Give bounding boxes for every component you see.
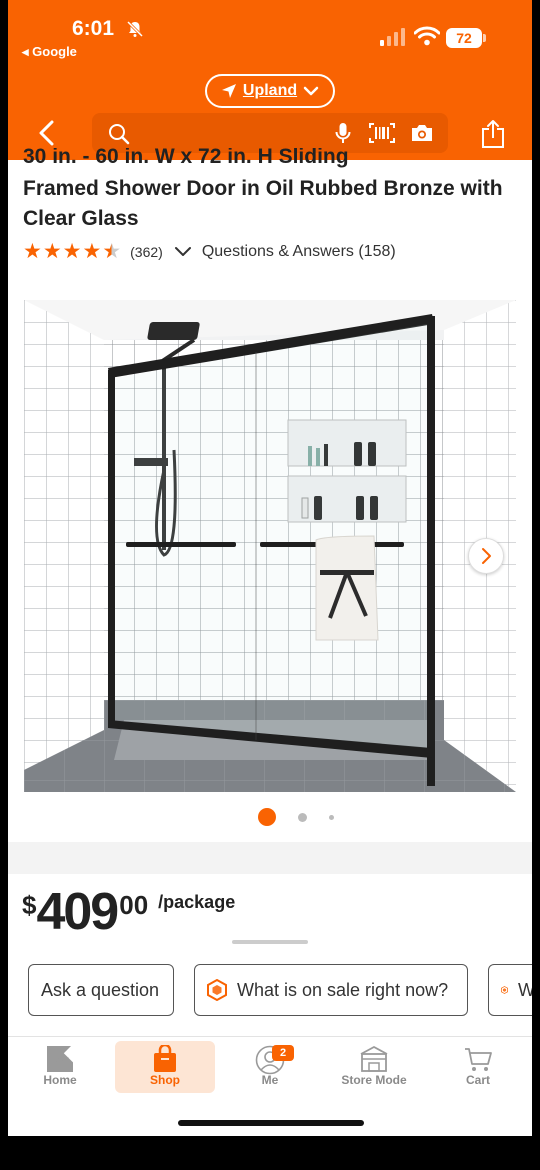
search-icon xyxy=(109,124,130,145)
header: 6:01 ◂ Google 72 Upland xyxy=(8,0,532,160)
barcode-scanner-icon[interactable] xyxy=(369,123,395,143)
share-icon[interactable] xyxy=(481,119,505,149)
questions-answers-link[interactable]: Questions & Answers (158) xyxy=(202,243,396,261)
product-title-partial: 30 in. - 60 in. W x 72 in. H Sliding xyxy=(23,148,349,168)
back-arrow-icon[interactable] xyxy=(34,118,60,148)
svg-text:HOME: HOME xyxy=(51,1058,69,1064)
chip-label: What is on sale right now? xyxy=(237,979,449,1000)
next-image-button[interactable] xyxy=(468,538,504,574)
price-dollars: 409 xyxy=(36,883,119,941)
chip-label: Ask a question xyxy=(41,979,160,1000)
price-currency: $ xyxy=(22,890,37,920)
app-screen: 6:01 ◂ Google 72 Upland 30 in. - 60 in. … xyxy=(8,0,532,1136)
battery-cap xyxy=(483,34,486,42)
cellular-signal-icon xyxy=(380,28,405,46)
cart-icon xyxy=(465,1048,492,1071)
notification-badge: 2 xyxy=(272,1045,294,1061)
product-title: Framed Shower Door in Oil Rubbed Bronze … xyxy=(23,177,503,230)
hexagon-icon xyxy=(207,979,227,1001)
product-image[interactable] xyxy=(24,300,516,792)
location-arrow-icon xyxy=(221,84,236,98)
tab-label: Cart xyxy=(465,1073,490,1087)
tab-home[interactable]: HOME Home xyxy=(10,1041,110,1093)
search-input[interactable] xyxy=(92,113,448,153)
status-time: 6:01 xyxy=(72,17,115,40)
store-location-selector[interactable]: Upland xyxy=(205,74,335,108)
star-icon: ★ xyxy=(82,240,102,263)
camera-icon[interactable] xyxy=(410,124,434,142)
hexagon-icon xyxy=(501,986,508,994)
tab-label: Store Mode xyxy=(341,1073,407,1087)
carousel-dot[interactable] xyxy=(329,814,334,820)
tab-label: Home xyxy=(43,1073,77,1087)
on-sale-chip[interactable]: What is on sale right now? xyxy=(194,964,468,1016)
microphone-icon[interactable] xyxy=(335,122,351,144)
battery-indicator: 72 xyxy=(446,28,482,48)
shopping-bag-icon xyxy=(154,1045,176,1072)
home-indicator[interactable] xyxy=(178,1120,364,1126)
bell-slash-icon xyxy=(126,20,144,38)
location-name: Upland xyxy=(242,82,298,99)
price: $ 409 00 /package xyxy=(22,884,235,940)
tab-bar: HOME Home Shop 2 Me Store Mode Cart xyxy=(8,1037,532,1099)
carousel-dots xyxy=(258,808,334,826)
star-icon: ★ xyxy=(62,240,82,263)
chevron-down-icon xyxy=(303,86,319,96)
carousel-dot[interactable] xyxy=(298,812,307,822)
rating-row: ★ ★ ★ ★ ★ (362) Questions & Answers (158… xyxy=(23,240,396,264)
half-star-icon: ★ xyxy=(102,240,122,263)
drag-handle[interactable] xyxy=(232,940,308,944)
tab-store-mode[interactable]: Store Mode xyxy=(324,1041,424,1093)
chevron-right-icon xyxy=(482,548,491,564)
star-icon: ★ xyxy=(23,240,42,263)
price-cents: 00 xyxy=(119,890,149,920)
tab-label: Shop xyxy=(150,1073,180,1087)
section-divider-band xyxy=(8,842,532,874)
home-depot-logo-icon: HOME xyxy=(47,1045,74,1072)
back-to-google-link[interactable]: ◂ Google xyxy=(22,44,77,60)
review-count[interactable]: (362) xyxy=(130,244,163,260)
tab-me[interactable]: 2 Me xyxy=(220,1041,320,1093)
ask-question-chip[interactable]: Ask a question xyxy=(28,964,174,1016)
wifi-icon xyxy=(414,26,440,46)
star-rating[interactable]: ★ ★ ★ ★ ★ xyxy=(23,241,121,263)
store-icon xyxy=(360,1045,388,1072)
tab-shop[interactable]: Shop xyxy=(115,1041,215,1093)
tab-cart[interactable]: Cart xyxy=(428,1041,528,1093)
tab-label: Me xyxy=(261,1073,279,1087)
chevron-down-icon[interactable] xyxy=(174,246,192,258)
carousel-dot-active[interactable] xyxy=(258,808,276,826)
chip-label: W xyxy=(518,980,532,1001)
star-icon: ★ xyxy=(42,240,62,263)
price-unit: /package xyxy=(158,892,236,912)
suggestion-chip[interactable]: W xyxy=(488,964,532,1016)
